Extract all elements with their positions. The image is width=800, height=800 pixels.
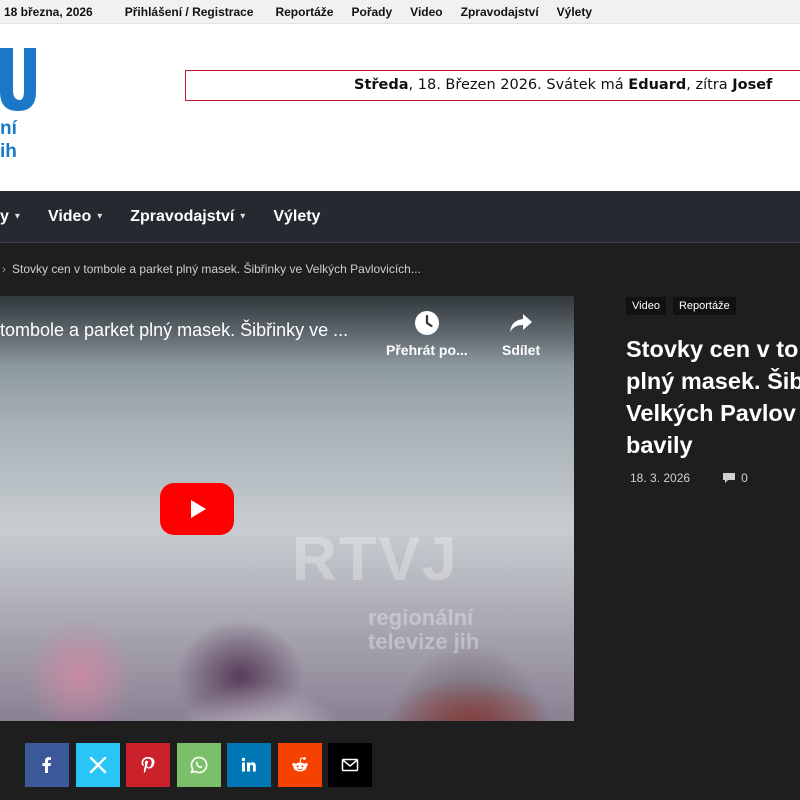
watch-later-label: Přehrát po...: [386, 342, 468, 358]
logo-text-line1: ní: [0, 118, 17, 139]
headline-line: Stovky cen v to: [626, 336, 799, 362]
share-arrow-icon: [510, 314, 533, 332]
headline-line: bavily: [626, 432, 693, 458]
article-headline: Stovky cen v to plný masek. Šib Velkých …: [626, 333, 800, 461]
nav-item-porady[interactable]: y ▾: [0, 208, 20, 226]
breadcrumb-separator-icon: ›: [2, 262, 6, 276]
nav-item-vylety[interactable]: Výlety: [273, 208, 320, 226]
pinterest-icon: [141, 757, 155, 773]
whatsapp-icon: [189, 756, 207, 774]
tag-reportaze[interactable]: Reportáže: [672, 297, 736, 315]
top-link-zpravodajstvi[interactable]: Zpravodajství: [461, 5, 539, 19]
share-facebook-button[interactable]: [25, 743, 69, 787]
reddit-icon: [291, 757, 308, 772]
comment-icon: [723, 473, 736, 483]
top-link-vylety[interactable]: Výlety: [557, 5, 592, 19]
nav-item-label: Zpravodajství: [130, 207, 235, 225]
site-logo[interactable]: ní ih: [0, 48, 40, 168]
top-link-video[interactable]: Video: [410, 5, 442, 19]
top-date: 18 března, 2026: [4, 4, 93, 19]
top-link-reportaze[interactable]: Reportáže: [275, 5, 333, 19]
watermark-logo: RTVJ: [292, 525, 459, 594]
watermark-line2: televize jih: [368, 629, 480, 654]
nameday-today: Eduard: [628, 77, 687, 93]
nav-item-label: y: [0, 207, 9, 225]
video-share-button[interactable]: Sdílet: [502, 310, 540, 358]
headline-line: Velkých Pavlov: [626, 400, 796, 426]
headline-line: plný masek. Šib: [626, 368, 800, 394]
share-reddit-button[interactable]: [277, 743, 322, 787]
date-text: , 18. Březen 2026. Svátek má: [408, 77, 629, 93]
weekday: Středa: [354, 77, 409, 93]
chevron-down-icon: ▾: [14, 211, 20, 222]
top-link-porady[interactable]: Pořady: [351, 5, 392, 19]
article-date: 18. 3. 2026: [630, 471, 691, 485]
article-meta: 18. 3. 2026 0: [630, 471, 748, 485]
facebook-icon: [42, 757, 51, 773]
nav-item-zpravodajstvi[interactable]: Zpravodajství ▾: [130, 208, 245, 226]
clock-icon: [414, 311, 439, 335]
comment-count: 0: [741, 471, 748, 485]
play-button[interactable]: [160, 483, 234, 535]
share-buttons: [25, 743, 379, 787]
date-nameday-box: Středa, 18. Březen 2026. Svátek má Eduar…: [185, 70, 800, 101]
nav-item-label: Výlety: [273, 207, 321, 225]
video-share-label: Sdílet: [502, 342, 541, 358]
chevron-down-icon: ▾: [240, 211, 246, 222]
site-header: ní ih Středa, 18. Březen 2026. Svátek má…: [0, 24, 800, 191]
x-icon: [89, 756, 106, 774]
main-nav: y ▾ Video ▾ Zpravodajství ▾ Výlety: [0, 191, 800, 243]
tag-video[interactable]: Video: [626, 297, 666, 315]
email-icon: [341, 758, 359, 772]
share-email-button[interactable]: [328, 743, 372, 787]
login-register-link[interactable]: Přihlášení / Registrace: [125, 5, 254, 19]
video-player[interactable]: tombole a parket plný masek. Šibřinky ve…: [0, 296, 574, 721]
nameday-tomorrow: Josef: [732, 77, 773, 93]
share-x-button[interactable]: [75, 743, 120, 787]
chevron-down-icon: ▾: [97, 211, 103, 222]
comments-link[interactable]: 0: [722, 471, 748, 485]
nav-item-video[interactable]: Video ▾: [48, 208, 102, 226]
share-whatsapp-button[interactable]: [176, 743, 221, 787]
top-bar: 18 března, 2026 Přihlášení / Registrace …: [0, 0, 800, 24]
linkedin-icon: [241, 757, 256, 772]
tomorrow-text: , zítra: [686, 77, 733, 93]
watch-later-button[interactable]: Přehrát po...: [386, 310, 468, 358]
share-pinterest-button[interactable]: [126, 743, 170, 787]
article-tags: Video Reportáže: [626, 297, 743, 315]
breadcrumb-current: Stovky cen v tombole a parket plný masek…: [12, 262, 421, 276]
video-title[interactable]: tombole a parket plný masek. Šibřinky ve…: [0, 320, 348, 341]
watermark-text: regionální televize jih: [368, 606, 479, 654]
share-linkedin-button[interactable]: [227, 743, 271, 787]
watermark-line1: regionální: [368, 605, 474, 630]
logo-u-mark: [0, 48, 36, 111]
logo-text-line2: ih: [0, 141, 17, 162]
breadcrumb: › Stovky cen v tombole a parket plný mase…: [0, 262, 421, 276]
play-icon: [191, 500, 206, 518]
nav-item-label: Video: [47, 207, 92, 225]
